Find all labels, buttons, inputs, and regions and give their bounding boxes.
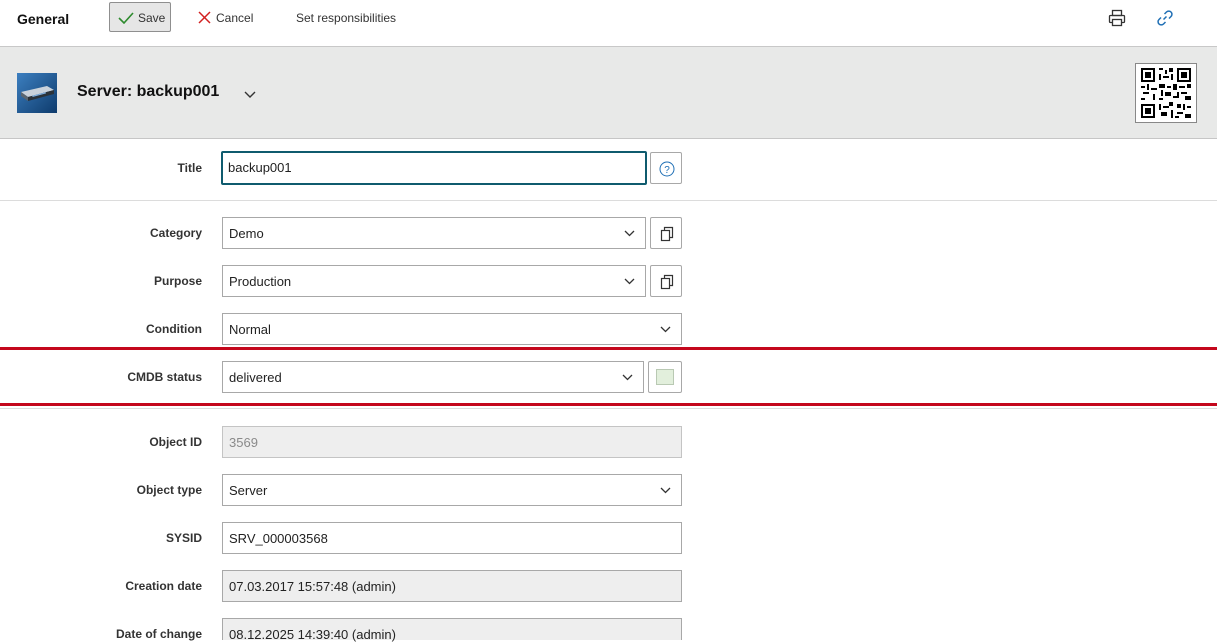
save-button-label: Save (138, 11, 166, 25)
qr-code[interactable] (1135, 63, 1197, 123)
category-copy-button[interactable] (650, 217, 682, 249)
purpose-select[interactable]: Production (222, 265, 646, 297)
object-type-select[interactable]: Server (222, 474, 682, 506)
title-label: Title (177, 161, 202, 175)
close-icon (198, 11, 211, 24)
creation-date-field: 07.03.2017 15:57:48 (admin) (222, 570, 682, 602)
divider (0, 200, 1217, 201)
purpose-label: Purpose (153, 274, 202, 288)
object-type-select-value: Server (229, 483, 268, 498)
object-id-label: Object ID (149, 435, 202, 449)
save-button[interactable]: Save (109, 2, 171, 32)
date-of-change-field: 08.12.2025 14:39:40 (admin) (222, 618, 682, 642)
toolbar-title: General (17, 11, 70, 27)
chevron-down-icon (624, 230, 635, 237)
divider (0, 408, 1217, 409)
object-title: Server: backup001 (77, 83, 220, 100)
help-button[interactable]: ? (650, 152, 682, 184)
question-circle-icon: ? (659, 161, 675, 177)
sysid-input[interactable]: SRV_000003568 (222, 522, 682, 554)
cmdb-status-label: CMDB status (127, 370, 202, 384)
cmdb-status-select-value: delivered (229, 370, 282, 385)
condition-select[interactable]: Normal (222, 313, 682, 345)
object-id-field: 3569 (222, 426, 682, 458)
condition-select-value: Normal (229, 322, 271, 337)
cancel-button[interactable]: Cancel (196, 2, 266, 32)
date-of-change-label: Date of change (115, 627, 202, 641)
chevron-down-icon (624, 278, 635, 285)
object-type-label: Object type (136, 483, 202, 497)
chevron-down-icon[interactable] (244, 87, 256, 102)
creation-date-label: Creation date (125, 579, 202, 593)
sysid-input-value: SRV_000003568 (229, 531, 328, 546)
creation-date-value: 07.03.2017 15:57:48 (admin) (229, 579, 396, 594)
purpose-copy-button[interactable] (650, 265, 682, 297)
chevron-down-icon (660, 326, 671, 333)
copy-icon (660, 274, 674, 290)
title-input-value: backup001 (228, 160, 292, 175)
copy-icon (660, 226, 674, 242)
cmdb-status-highlight-top (0, 347, 1217, 350)
object-header: Server: backup001 (0, 47, 1217, 139)
category-label: Category (149, 226, 202, 240)
category-select[interactable]: Demo (222, 217, 646, 249)
set-responsibilities-button[interactable]: Set responsibilities (296, 11, 396, 25)
link-icon[interactable] (1156, 9, 1174, 27)
cmdb-status-color-button[interactable] (648, 361, 682, 393)
title-input[interactable]: backup001 (221, 151, 647, 185)
cmdb-status-highlight-bottom (0, 403, 1217, 406)
toolbar: General Save Cancel Set responsibilities (0, 0, 1217, 47)
status-color-swatch (656, 369, 674, 385)
print-icon[interactable] (1108, 9, 1126, 27)
chevron-down-icon (660, 487, 671, 494)
sysid-label: SYSID (165, 531, 202, 545)
category-select-value: Demo (229, 226, 264, 241)
svg-text:?: ? (664, 165, 670, 176)
condition-label: Condition (146, 322, 202, 336)
object-id-value: 3569 (229, 435, 258, 450)
server-image (17, 73, 57, 113)
chevron-down-icon (622, 374, 633, 381)
cmdb-status-select[interactable]: delivered (222, 361, 644, 393)
cancel-button-label: Cancel (216, 11, 254, 25)
checkmark-icon (118, 12, 134, 24)
purpose-select-value: Production (229, 274, 292, 289)
